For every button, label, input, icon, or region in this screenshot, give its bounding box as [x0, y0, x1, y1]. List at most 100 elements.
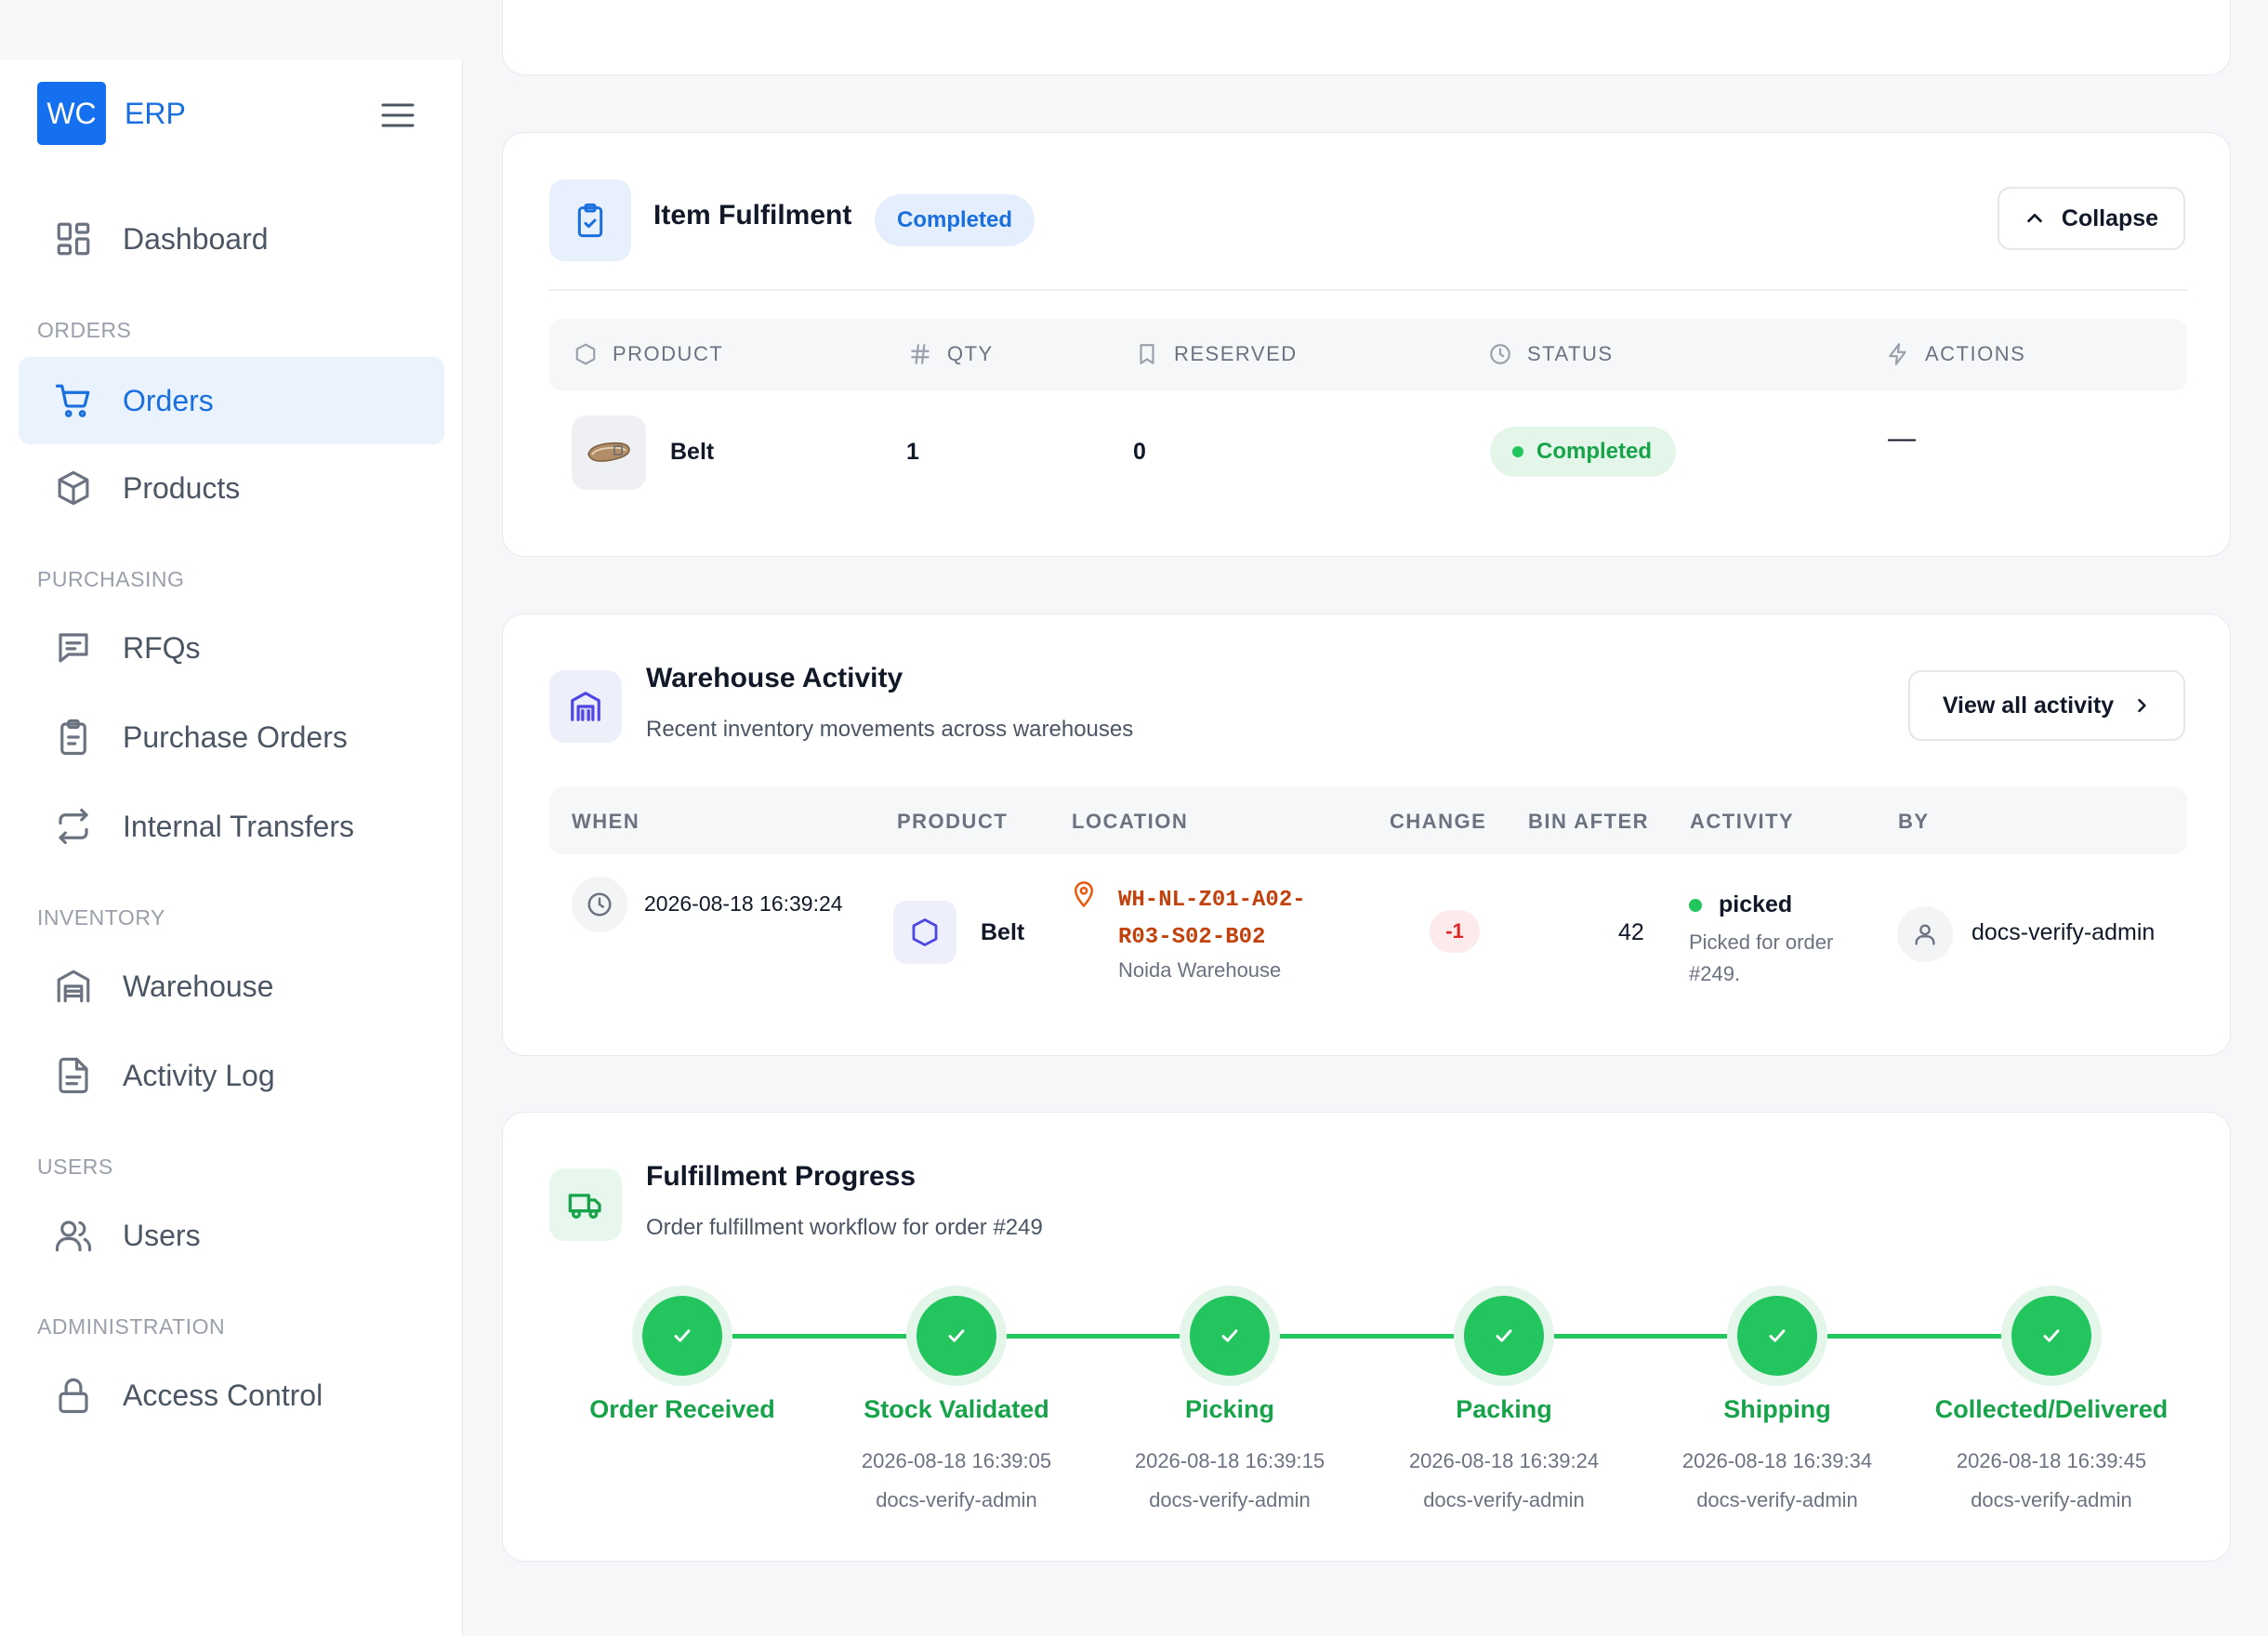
step-timestamp: 2026-08-18 16:39:05 — [861, 1449, 1052, 1472]
column-header-status: STATUS — [1488, 342, 1614, 366]
clipboard-icon — [54, 718, 93, 757]
truck-icon — [549, 1168, 622, 1241]
avatar — [1897, 906, 1953, 962]
warehouse-activity-card: Warehouse Activity Recent inventory move… — [502, 614, 2231, 1056]
location-code: WH-NL-Z01-A02- R03-S02-B02 — [1118, 888, 1306, 950]
dashboard-icon — [54, 219, 93, 258]
step-timestamp: 2026-08-18 16:39:34 — [1681, 1449, 1873, 1472]
sidebar-item-purchase-orders[interactable]: Purchase Orders — [19, 693, 444, 781]
sidebar-item-label: Warehouse — [123, 969, 274, 1003]
box-icon — [54, 468, 93, 508]
cart-icon — [54, 381, 93, 420]
step-label: Collected/Delivered — [1934, 1395, 2169, 1423]
step-label: Shipping — [1723, 1395, 1831, 1423]
warehouse-icon — [54, 967, 93, 1006]
step-user: docs-verify-admin — [1149, 1488, 1311, 1511]
step-connector — [1007, 1334, 1180, 1339]
clock-icon — [572, 877, 627, 932]
step-label: Packing — [1456, 1395, 1552, 1423]
section-label-administration: ADMINISTRATION — [37, 1314, 226, 1339]
column-header-change: CHANGE — [1390, 810, 1487, 833]
step-user: docs-verify-admin — [1423, 1488, 1585, 1511]
section-label-inventory: INVENTORY — [37, 905, 165, 930]
column-header-qty: QTY — [908, 342, 994, 366]
sidebar-item-access-control[interactable]: Access Control — [19, 1352, 444, 1439]
collapse-label: Collapse — [2061, 204, 2159, 231]
column-header-activity: ACTIVITY — [1690, 810, 1795, 833]
hash-icon — [908, 342, 932, 366]
bolt-icon — [1886, 342, 1910, 366]
step-user: docs-verify-admin — [876, 1488, 1037, 1511]
sidebar-item-warehouse[interactable]: Warehouse — [19, 943, 444, 1030]
sidebar-item-dashboard[interactable]: Dashboard — [19, 195, 444, 283]
sidebar-item-label: Activity Log — [123, 1058, 275, 1092]
step-check-icon — [916, 1296, 996, 1376]
divider — [549, 289, 2187, 291]
column-header-actions: ACTIONS — [1886, 342, 2025, 366]
step-user: docs-verify-admin — [1971, 1488, 2132, 1511]
activity-note: Picked for order #249. — [1689, 930, 1834, 985]
actions-value: — — [1888, 423, 1916, 454]
previous-card — [502, 0, 2231, 75]
column-header-by: BY — [1898, 810, 1930, 833]
reserved-value: 0 — [1133, 439, 1146, 465]
step-label: Stock Validated — [864, 1395, 1049, 1423]
step-check-icon — [1464, 1296, 1544, 1376]
collapse-button[interactable]: Collapse — [1998, 187, 2185, 250]
fulfillment-progress-card: Fulfillment Progress Order fulfillment w… — [502, 1112, 2231, 1562]
chat-icon — [54, 628, 93, 667]
clock-icon — [1488, 342, 1512, 366]
hexagon-icon — [893, 901, 956, 964]
user-icon — [1915, 924, 1935, 945]
product-thumbnail — [572, 416, 646, 490]
file-icon — [54, 1056, 93, 1095]
when-value: 2026-08-18 16:39:24 — [644, 891, 843, 916]
section-label-orders: ORDERS — [37, 318, 132, 342]
step-check-icon — [642, 1296, 722, 1376]
step-timestamp: 2026-08-18 16:39:24 — [1408, 1449, 1600, 1472]
lock-icon — [54, 1376, 93, 1415]
hexagon-icon — [574, 342, 598, 366]
step-connector — [732, 1334, 906, 1339]
item-fulfilment-card: Item Fulfilment Completed Collapse PRODU… — [502, 132, 2231, 557]
column-header-reserved: RESERVED — [1135, 342, 1298, 366]
step-label: Picking — [1184, 1395, 1275, 1423]
step-check-icon — [1737, 1296, 1817, 1376]
card-subtitle: Recent inventory movements across wareho… — [646, 717, 1134, 742]
column-header-bin-after: BIN AFTER — [1528, 810, 1650, 833]
users-icon — [54, 1216, 93, 1255]
sidebar-item-label: Dashboard — [123, 221, 269, 256]
product-name: Belt — [670, 439, 715, 465]
sidebar-item-users[interactable]: Users — [19, 1192, 444, 1279]
activity-type: picked — [1689, 891, 1792, 918]
belt-image-icon — [587, 442, 630, 462]
step-check-icon — [1190, 1296, 1270, 1376]
qty-value: 1 — [906, 439, 919, 465]
product-name: Belt — [981, 919, 1025, 945]
sidebar-item-rfqs[interactable]: RFQs — [19, 604, 444, 692]
card-title: Item Fulfilment — [653, 200, 852, 231]
chevron-right-icon — [2132, 696, 2151, 715]
sidebar-item-products[interactable]: Products — [19, 444, 444, 532]
clipboard-check-icon — [549, 179, 631, 261]
status-badge: Completed — [875, 194, 1035, 246]
sidebar-item-orders[interactable]: Orders — [19, 357, 444, 444]
step-timestamp: 2026-08-18 16:39:15 — [1134, 1449, 1325, 1472]
sidebar-item-activity-log[interactable]: Activity Log — [19, 1032, 444, 1119]
step-check-icon — [2011, 1296, 2091, 1376]
brand-name: ERP — [125, 96, 186, 130]
brand[interactable]: WC ERP — [37, 82, 186, 145]
warehouse-icon — [549, 670, 622, 743]
card-title: Fulfillment Progress — [646, 1161, 916, 1192]
bin-after-value: 42 — [1618, 919, 1644, 945]
hamburger-icon[interactable] — [379, 97, 416, 134]
sidebar: WC ERP Dashboard ORDERS Orders Products … — [0, 59, 463, 1636]
step-label: Order Received — [589, 1395, 775, 1423]
warehouse-name: Noida Warehouse — [1118, 958, 1282, 982]
view-all-activity-button[interactable]: View all activity — [1908, 670, 2185, 741]
bookmark-icon — [1135, 342, 1159, 366]
by-user: docs-verify-admin — [1971, 919, 2156, 945]
card-title: Warehouse Activity — [646, 663, 903, 693]
sidebar-item-internal-transfers[interactable]: Internal Transfers — [19, 783, 444, 870]
table-header: WHEN PRODUCT LOCATION CHANGE BIN AFTER A… — [549, 787, 2187, 854]
